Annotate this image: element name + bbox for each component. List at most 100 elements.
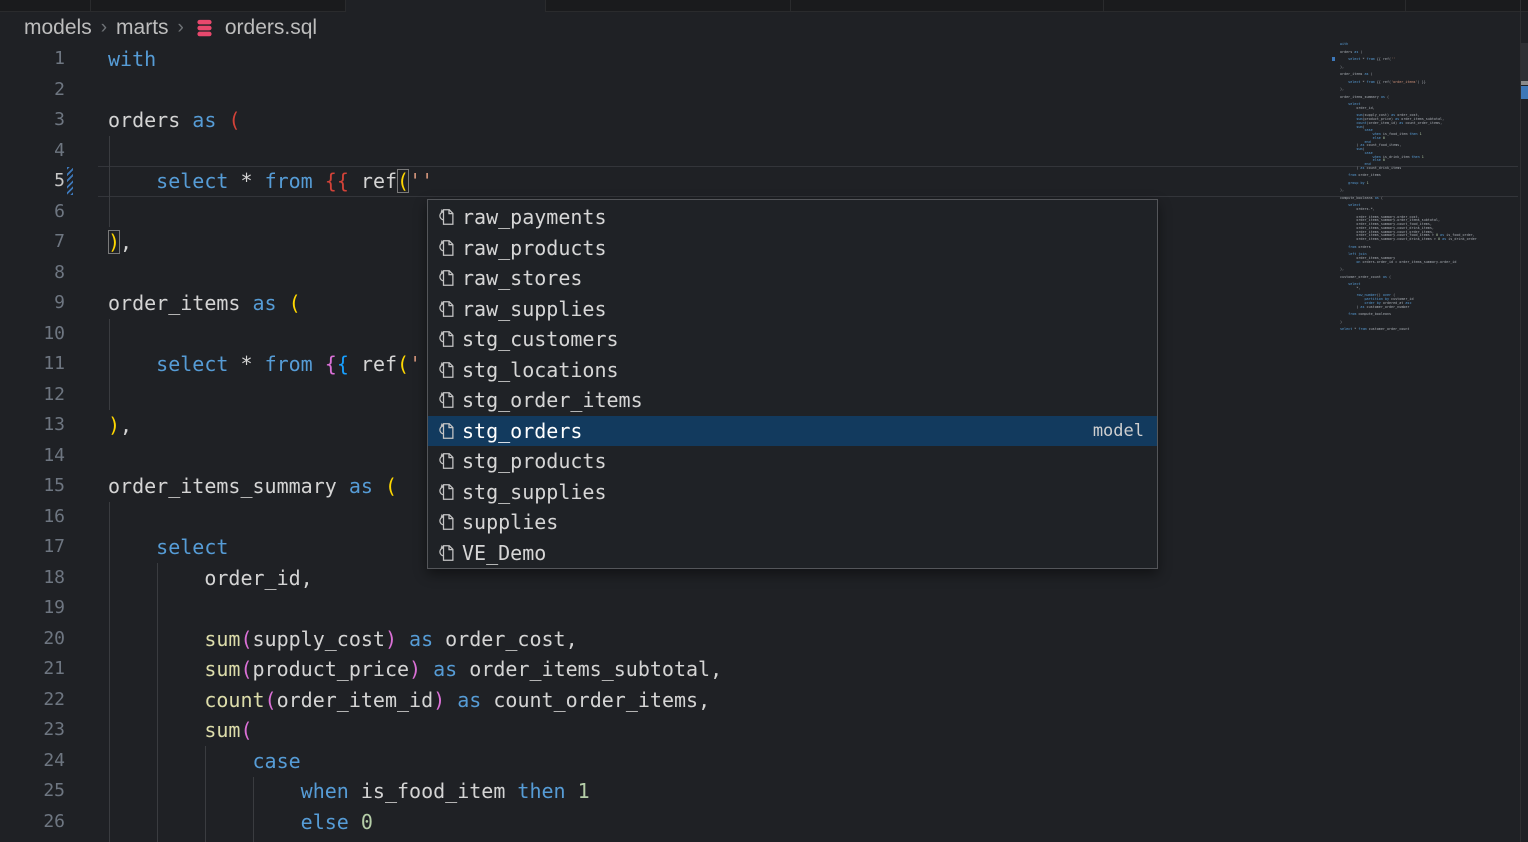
overview-ruler[interactable] (1520, 0, 1528, 842)
code-text: select * from {{ ref(' (65, 349, 421, 380)
active-tab[interactable] (346, 0, 545, 12)
suggestion-label: stg_customers (462, 327, 619, 351)
suggestion-item-stg_supplies[interactable]: stg_supplies (428, 477, 1157, 508)
line-number[interactable]: 12 (0, 380, 65, 411)
line-number[interactable]: 26 (0, 807, 65, 838)
code-text: ), (65, 410, 132, 441)
line-number[interactable]: 2 (0, 75, 65, 106)
line-number[interactable]: 9 (0, 288, 65, 319)
modified-line-marker (1521, 86, 1528, 99)
line-number[interactable]: 14 (0, 441, 65, 472)
line-number[interactable]: 24 (0, 746, 65, 777)
line-number[interactable]: 8 (0, 258, 65, 289)
line-number[interactable]: 13 (0, 410, 65, 441)
reference-icon (436, 451, 456, 471)
line-number[interactable]: 10 (0, 319, 65, 350)
tab-separator (1103, 0, 1104, 11)
suggestion-label: stg_products (462, 449, 607, 473)
code-text: sum(supply_cost) as order_cost, (65, 624, 578, 655)
indent-guide (109, 136, 110, 228)
minimap-content: with orders as ( select * from {{ ref(''… (1340, 43, 1518, 332)
code-text (65, 75, 108, 106)
line-number[interactable]: 21 (0, 654, 65, 685)
scrollbar-slider[interactable] (1521, 43, 1528, 83)
indent-guide (157, 563, 158, 842)
suggestion-item-supplies[interactable]: supplies (428, 507, 1157, 538)
line-number[interactable]: 20 (0, 624, 65, 655)
minimap-modified-indicator (1332, 57, 1335, 61)
code-line[interactable]: 4 (0, 136, 1528, 167)
line-number[interactable]: 4 (0, 136, 65, 167)
breadcrumb-item-marts[interactable]: marts (116, 16, 169, 40)
suggestion-item-stg_customers[interactable]: stg_customers (428, 324, 1157, 355)
tab-bar[interactable] (0, 0, 1528, 12)
line-number[interactable]: 3 (0, 105, 65, 136)
line-number[interactable]: 6 (0, 197, 65, 228)
reference-icon (436, 390, 456, 410)
modified-line-gutter-indicator (67, 167, 73, 195)
code-text: order_items_summary as ( (65, 471, 397, 502)
code-line[interactable]: 22 count(order_item_id) as count_order_i… (0, 685, 1528, 716)
breadcrumb-item-file[interactable]: orders.sql (225, 16, 317, 40)
breadcrumb-item-models[interactable]: models (24, 16, 92, 40)
line-number[interactable]: 17 (0, 532, 65, 563)
code-line[interactable]: 5 select * from {{ ref('' (0, 166, 1528, 197)
code-text (65, 319, 108, 350)
code-line[interactable]: 3orders as ( (0, 105, 1528, 136)
chevron-right-icon: › (178, 17, 184, 39)
suggestion-item-raw_payments[interactable]: raw_payments (428, 202, 1157, 233)
breadcrumb: models › marts › orders.sql (24, 12, 317, 44)
code-line[interactable]: 24 case (0, 746, 1528, 777)
suggestion-label: raw_stores (462, 266, 582, 290)
code-text (65, 197, 108, 228)
line-number[interactable]: 22 (0, 685, 65, 716)
tab-separator (1405, 0, 1406, 11)
suggestion-item-stg_orders[interactable]: stg_ordersmodel (428, 416, 1157, 447)
suggestion-item-stg_products[interactable]: stg_products (428, 446, 1157, 477)
line-number[interactable]: 11 (0, 349, 65, 380)
code-line[interactable]: 20 sum(supply_cost) as order_cost, (0, 624, 1528, 655)
line-number[interactable]: 15 (0, 471, 65, 502)
minimap[interactable]: with orders as ( select * from {{ ref(''… (1340, 43, 1518, 332)
code-line[interactable]: 25 when is_food_item then 1 (0, 776, 1528, 807)
autocomplete-popup[interactable]: raw_payments raw_products raw_stores raw… (427, 199, 1158, 569)
suggestion-item-VE_Demo[interactable]: VE_Demo (428, 538, 1157, 569)
reference-icon (436, 268, 456, 288)
indent-guide (109, 502, 110, 842)
code-text: order_items as ( (65, 288, 301, 319)
reference-icon (436, 543, 456, 563)
suggestion-item-raw_products[interactable]: raw_products (428, 233, 1157, 264)
chevron-right-icon: › (101, 17, 107, 39)
code-text: with (65, 44, 156, 75)
code-text (65, 441, 108, 472)
code-text (65, 136, 108, 167)
code-line[interactable]: 26 else 0 (0, 807, 1528, 838)
code-text: else 0 (65, 807, 373, 838)
code-text (65, 502, 108, 533)
line-number[interactable]: 23 (0, 715, 65, 746)
suggestion-item-stg_order_items[interactable]: stg_order_items (428, 385, 1157, 416)
code-text: when is_food_item then 1 (65, 776, 590, 807)
suggestion-label: raw_payments (462, 205, 607, 229)
code-line[interactable]: 21 sum(product_price) as order_items_sub… (0, 654, 1528, 685)
indent-guide (109, 319, 110, 411)
code-line[interactable]: 19 (0, 593, 1528, 624)
suggestion-item-stg_locations[interactable]: stg_locations (428, 355, 1157, 386)
line-number[interactable]: 16 (0, 502, 65, 533)
line-number[interactable]: 7 (0, 227, 65, 258)
line-number[interactable]: 1 (0, 44, 65, 75)
line-number[interactable]: 19 (0, 593, 65, 624)
suggestion-label: stg_orders (462, 419, 582, 443)
line-number[interactable]: 18 (0, 563, 65, 594)
suggestion-item-raw_stores[interactable]: raw_stores (428, 263, 1157, 294)
suggestion-label: raw_products (462, 236, 607, 260)
code-line[interactable]: 2 (0, 75, 1528, 106)
line-number[interactable]: 25 (0, 776, 65, 807)
code-text: sum( (65, 715, 253, 746)
suggestion-item-raw_supplies[interactable]: raw_supplies (428, 294, 1157, 325)
reference-icon (436, 512, 456, 532)
code-line[interactable]: 1with (0, 44, 1528, 75)
line-number[interactable]: 5 (0, 166, 65, 197)
code-line[interactable]: 23 sum( (0, 715, 1528, 746)
suggestion-label: stg_supplies (462, 480, 607, 504)
